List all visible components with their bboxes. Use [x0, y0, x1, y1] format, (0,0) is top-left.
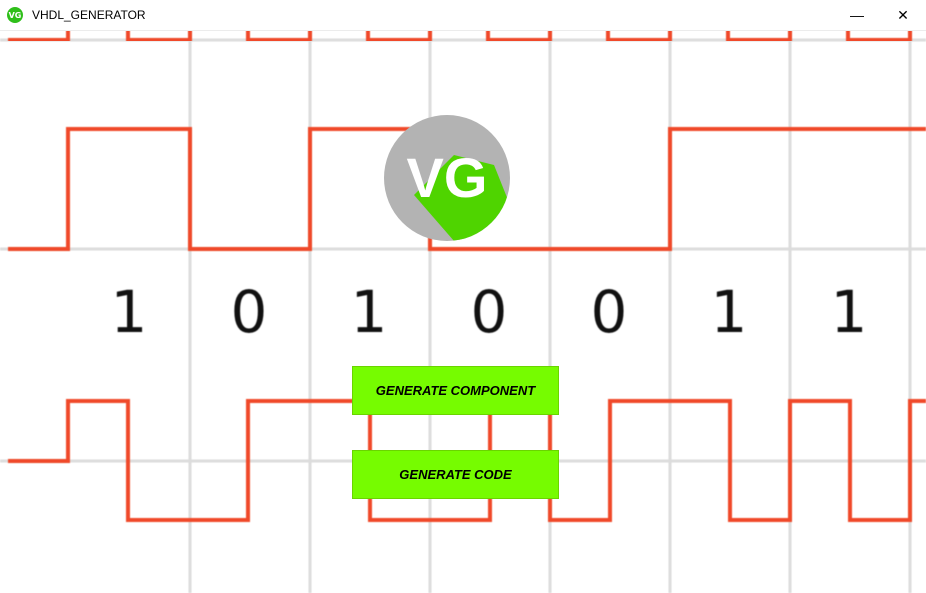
minimize-button[interactable]: — [834, 0, 880, 30]
generate-component-button[interactable]: GENERATE COMPONENT [352, 366, 559, 415]
vg-logo: VG [384, 115, 510, 241]
logo-svg: VG [384, 115, 510, 241]
title-bar: VG VHDL_GENERATOR — ✕ [0, 0, 926, 31]
close-button[interactable]: ✕ [880, 0, 926, 30]
app-icon: VG [7, 7, 23, 23]
generate-code-button[interactable]: GENERATE CODE [352, 450, 559, 499]
window-controls: — ✕ [834, 0, 926, 30]
window-title: VHDL_GENERATOR [32, 8, 146, 22]
logo-text: VG [407, 146, 488, 209]
